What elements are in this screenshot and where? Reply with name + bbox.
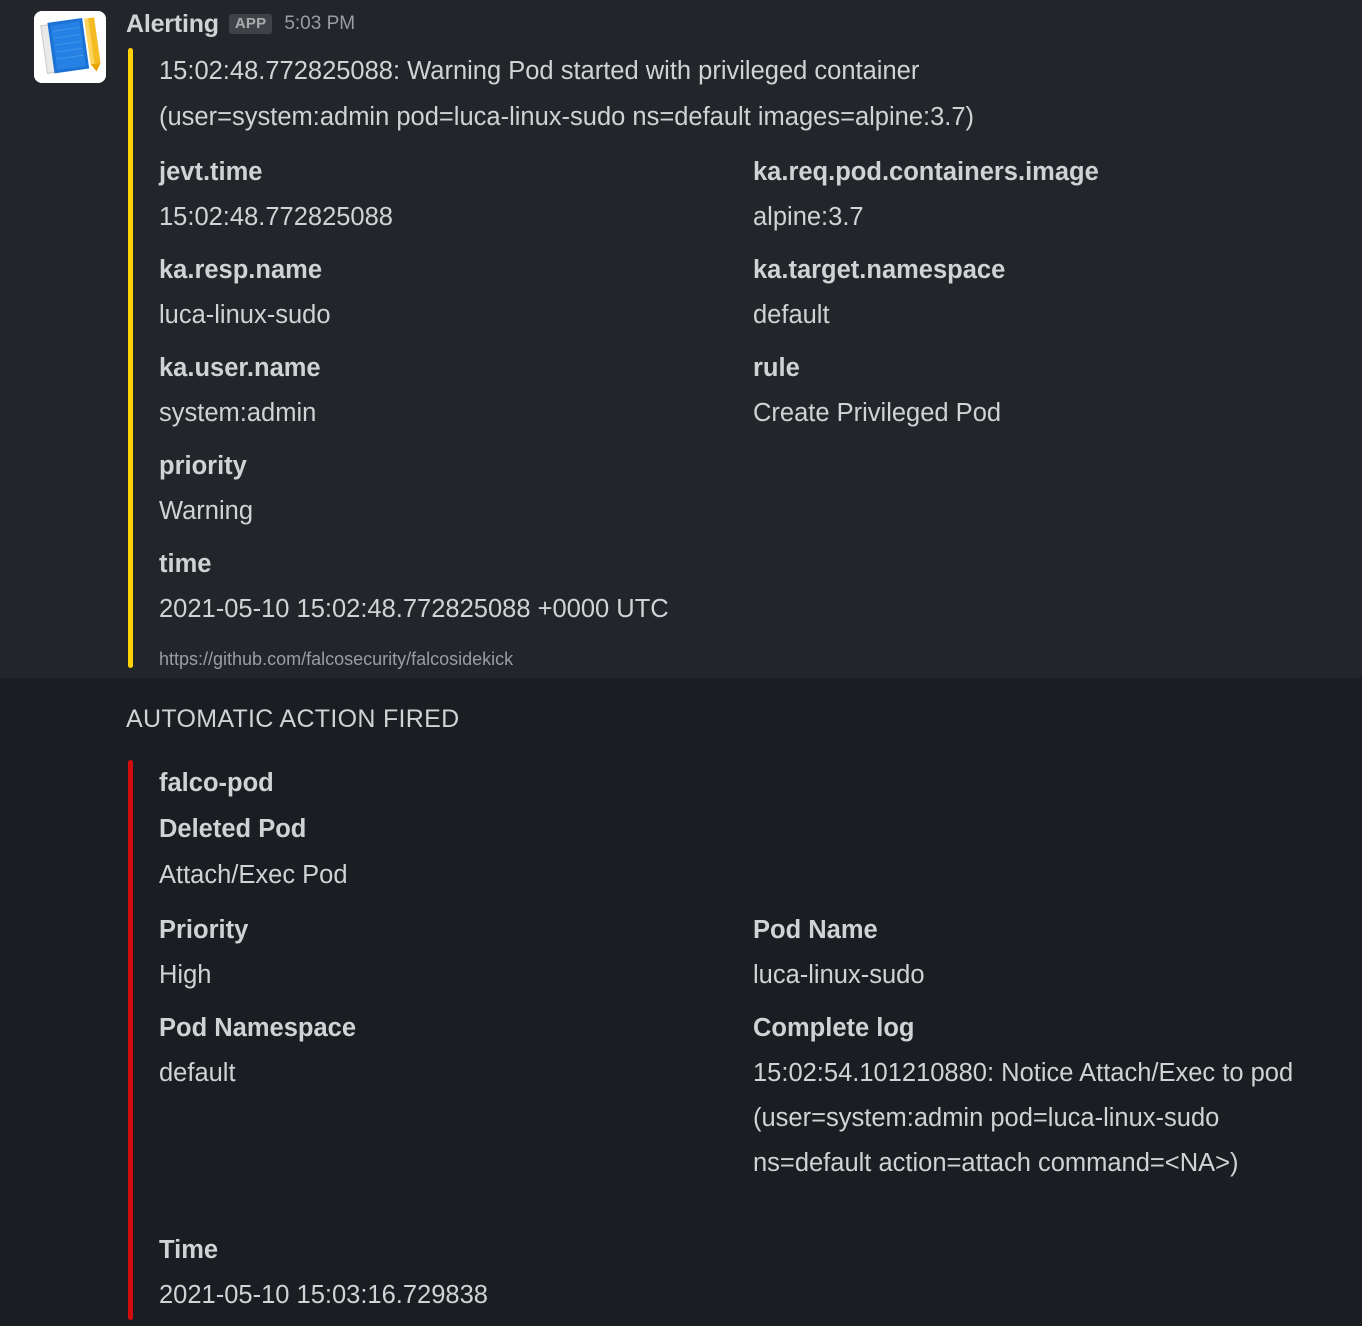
message-timestamp[interactable]: 5:03 PM <box>284 13 355 35</box>
field-pod-namespace: Pod Namespace default <box>159 1006 753 1186</box>
alert-message: Alerting APP 5:03 PM 15:02:48.772825088:… <box>0 0 1362 678</box>
field-ka-target-namespace: ka.target.namespace default <box>753 248 1347 338</box>
field-value: 15:02:48.772825088 <box>159 203 393 231</box>
field-ka-resp-name: ka.resp.name luca-linux-sudo <box>159 248 753 338</box>
field-value: default <box>159 1059 236 1087</box>
attachment-color-bar-warning <box>128 48 133 668</box>
field-row: Priority High Pod Name luca-linux-sudo <box>159 908 1362 998</box>
alert-text-line-1: 15:02:48.772825088: Warning Pod started … <box>159 57 920 85</box>
field-label: Pod Namespace <box>159 1014 357 1042</box>
field-value: High <box>159 961 212 989</box>
field-value: alpine:3.7 <box>753 203 864 231</box>
field-row: ka.user.name system:admin rule Create Pr… <box>159 346 1362 436</box>
message-header: Alerting APP 5:03 PM <box>126 9 355 39</box>
field-label: Priority <box>159 916 249 944</box>
field-value: luca-linux-sudo <box>753 961 925 989</box>
action-title: falco-pod <box>159 769 274 797</box>
alert-fields: jevt.time 15:02:48.772825088 ka.req.pod.… <box>159 150 1362 632</box>
field-label: priority <box>159 452 247 480</box>
alert-text: 15:02:48.772825088: Warning Pod started … <box>159 48 1104 140</box>
alert-attachment: 15:02:48.772825088: Warning Pod started … <box>128 48 1362 669</box>
field-row: jevt.time 15:02:48.772825088 ka.req.pod.… <box>159 150 1362 240</box>
field-row: Pod Namespace default Complete log 15:02… <box>159 1006 1362 1186</box>
field-label: Pod Name <box>753 916 878 944</box>
field-value: default <box>753 301 830 329</box>
action-fields: Priority High Pod Name luca-linux-sudo P… <box>159 908 1362 1318</box>
field-label: ka.req.pod.containers.image <box>753 158 1099 186</box>
attachment-body: falco-pod Deleted Pod Attach/Exec Pod Pr… <box>159 760 1362 1326</box>
field-priority: priority Warning <box>159 444 753 534</box>
action-text: Attach/Exec Pod <box>159 861 348 889</box>
field-label: ka.resp.name <box>159 256 323 284</box>
field-value: Warning <box>159 497 254 525</box>
field-row: ka.resp.name luca-linux-sudo ka.target.n… <box>159 248 1362 338</box>
field-value: Create Privileged Pod <box>753 399 1002 427</box>
field-label: ka.user.name <box>159 354 321 382</box>
field-value: system:admin <box>159 399 317 427</box>
field-label: ka.target.namespace <box>753 256 1006 284</box>
avatar[interactable] <box>34 11 106 83</box>
field-row: time 2021-05-10 15:02:48.772825088 +0000… <box>159 542 1362 632</box>
field-value: 15:02:54.101210880: Notice Attach/Exec t… <box>753 1059 1294 1177</box>
attachment-body: 15:02:48.772825088: Warning Pod started … <box>159 48 1362 672</box>
field-value: 2021-05-10 15:02:48.772825088 +0000 UTC <box>159 595 669 623</box>
field-jevt-time: jevt.time 15:02:48.772825088 <box>159 150 753 240</box>
field-value: luca-linux-sudo <box>159 301 331 329</box>
action-attachment: falco-pod Deleted Pod Attach/Exec Pod Pr… <box>128 760 1362 1320</box>
field-label: time <box>159 550 212 578</box>
field-label: rule <box>753 354 800 382</box>
field-row: Time 2021-05-10 15:03:16.729838 <box>159 1228 1362 1318</box>
alert-text-line-2: (user=system:admin pod=luca-linux-sudo n… <box>159 103 975 131</box>
field-value: 2021-05-10 15:03:16.729838 <box>159 1281 488 1309</box>
field-label: Time <box>159 1236 219 1264</box>
field-label: Complete log <box>753 1014 915 1042</box>
field-ka-user-name: ka.user.name system:admin <box>159 346 753 436</box>
attachment-footer-link[interactable]: https://github.com/falcosecurity/falcosi… <box>159 646 1362 672</box>
field-time: time 2021-05-10 15:02:48.772825088 +0000… <box>159 542 1059 632</box>
app-badge: APP <box>228 13 273 35</box>
falco-notebook-icon <box>34 11 106 83</box>
slack-message-view: Alerting APP 5:03 PM 15:02:48.772825088:… <box>0 0 1362 1320</box>
field-rule: rule Create Privileged Pod <box>753 346 1347 436</box>
field-complete-log: Complete log 15:02:54.101210880: Notice … <box>753 1006 1347 1186</box>
field-time: Time 2021-05-10 15:03:16.729838 <box>159 1228 753 1318</box>
action-subtitle: Deleted Pod <box>159 815 307 843</box>
sender-name[interactable]: Alerting <box>126 10 219 39</box>
field-pod-name: Pod Name luca-linux-sudo <box>753 908 1347 998</box>
field-priority: Priority High <box>159 908 753 998</box>
section-heading-automatic-action: AUTOMATIC ACTION FIRED <box>126 705 460 733</box>
field-label: jevt.time <box>159 158 263 186</box>
attachment-color-bar-danger <box>128 760 133 1320</box>
field-ka-req-pod-containers-image: ka.req.pod.containers.image alpine:3.7 <box>753 150 1347 240</box>
field-row: priority Warning <box>159 444 1362 534</box>
